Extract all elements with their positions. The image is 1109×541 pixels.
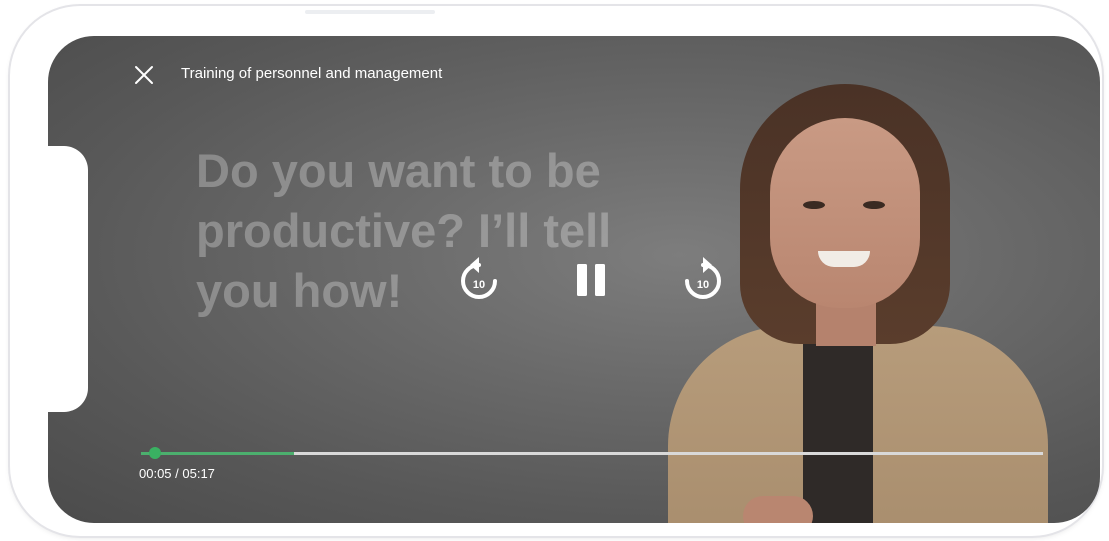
video-title: Training of personnel and management (181, 65, 443, 82)
rewind-10-button[interactable]: 10 (458, 257, 500, 303)
presenter-hand (743, 496, 813, 523)
phone-notch (48, 146, 88, 412)
presenter-undershirt (803, 341, 873, 523)
video-player[interactable]: Training of personnel and management Do … (48, 36, 1100, 523)
presenter-smile (818, 251, 870, 267)
presenter-eye (803, 201, 825, 209)
phone-speaker (305, 10, 435, 14)
presenter-eye (863, 201, 885, 209)
time-display: 00:05 / 05:17 (139, 466, 215, 481)
progress-buffered (141, 452, 295, 455)
progress-bar[interactable] (141, 447, 1043, 459)
forward-seconds-label: 10 (696, 279, 710, 291)
rewind-seconds-label: 10 (472, 279, 486, 291)
presenter-face (770, 118, 920, 308)
forward-10-button[interactable]: 10 (682, 257, 724, 303)
close-icon[interactable] (132, 63, 156, 87)
phone-frame: Training of personnel and management Do … (10, 6, 1102, 536)
progress-knob[interactable] (149, 447, 162, 459)
pause-button[interactable] (575, 262, 607, 298)
pause-icon (577, 264, 605, 296)
